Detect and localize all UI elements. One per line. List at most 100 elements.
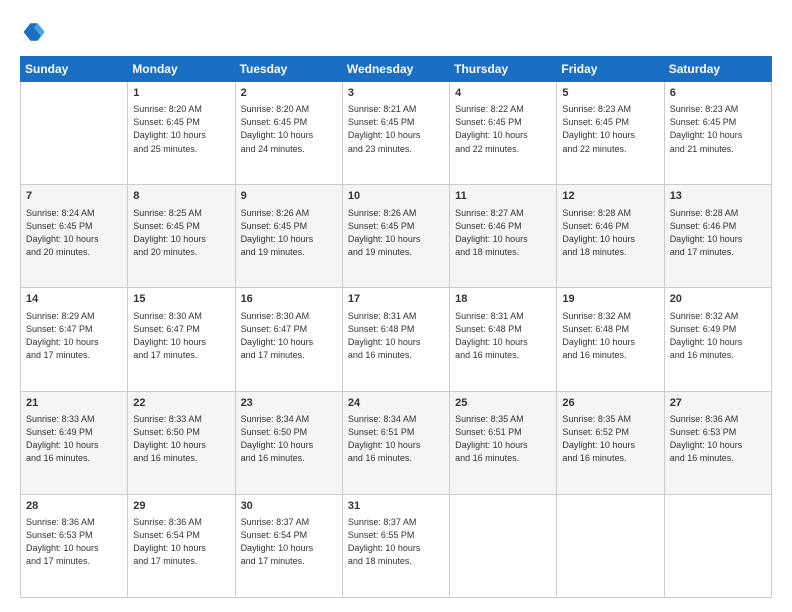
day-number: 6 [670,86,766,101]
day-number: 19 [562,292,658,307]
day-number: 26 [562,396,658,411]
day-number: 27 [670,396,766,411]
day-number: 11 [455,189,551,204]
cell-4-6 [664,494,771,597]
cell-1-3: 10 Sunrise: 8:26 AM Sunset: 6:45 PM Dayli… [342,185,449,288]
header [20,18,772,46]
cell-1-2: 9 Sunrise: 8:26 AM Sunset: 6:45 PM Daylig… [235,185,342,288]
cell-info: Sunrise: 8:29 AM Sunset: 6:47 PM Dayligh… [26,310,122,362]
cell-info: Sunrise: 8:26 AM Sunset: 6:45 PM Dayligh… [348,207,444,259]
col-header-saturday: Saturday [664,57,771,82]
logo [20,18,52,46]
cell-1-0: 7 Sunrise: 8:24 AM Sunset: 6:45 PM Daylig… [21,185,128,288]
cell-info: Sunrise: 8:30 AM Sunset: 6:47 PM Dayligh… [133,310,229,362]
cell-info: Sunrise: 8:28 AM Sunset: 6:46 PM Dayligh… [670,207,766,259]
cell-0-6: 6 Sunrise: 8:23 AM Sunset: 6:45 PM Daylig… [664,82,771,185]
day-number: 23 [241,396,337,411]
cell-info: Sunrise: 8:23 AM Sunset: 6:45 PM Dayligh… [670,103,766,155]
cell-info: Sunrise: 8:23 AM Sunset: 6:45 PM Dayligh… [562,103,658,155]
cell-info: Sunrise: 8:37 AM Sunset: 6:55 PM Dayligh… [348,516,444,568]
day-number: 28 [26,499,122,514]
cell-info: Sunrise: 8:21 AM Sunset: 6:45 PM Dayligh… [348,103,444,155]
col-header-wednesday: Wednesday [342,57,449,82]
logo-icon [20,18,48,46]
cell-2-4: 18 Sunrise: 8:31 AM Sunset: 6:48 PM Dayli… [450,288,557,391]
day-number: 29 [133,499,229,514]
cell-3-3: 24 Sunrise: 8:34 AM Sunset: 6:51 PM Dayli… [342,391,449,494]
cell-2-3: 17Sunrise: 8:31 AM Sunset: 6:48 PM Dayli… [342,288,449,391]
day-number: 24 [348,396,444,411]
cell-info: Sunrise: 8:24 AM Sunset: 6:45 PM Dayligh… [26,207,122,259]
cell-info: Sunrise: 8:36 AM Sunset: 6:53 PM Dayligh… [670,413,766,465]
cell-4-3: 31 Sunrise: 8:37 AM Sunset: 6:55 PM Dayli… [342,494,449,597]
cell-4-2: 30 Sunrise: 8:37 AM Sunset: 6:54 PM Dayli… [235,494,342,597]
calendar: SundayMondayTuesdayWednesdayThursdayFrid… [20,56,772,598]
cell-1-6: 13Sunrise: 8:28 AM Sunset: 6:46 PM Dayli… [664,185,771,288]
col-header-friday: Friday [557,57,664,82]
day-number: 5 [562,86,658,101]
col-header-tuesday: Tuesday [235,57,342,82]
cell-4-1: 29 Sunrise: 8:36 AM Sunset: 6:54 PM Dayli… [128,494,235,597]
cell-info: Sunrise: 8:26 AM Sunset: 6:45 PM Dayligh… [241,207,337,259]
cell-info: Sunrise: 8:35 AM Sunset: 6:51 PM Dayligh… [455,413,551,465]
day-number: 30 [241,499,337,514]
day-number: 1 [133,86,229,101]
cell-info: Sunrise: 8:36 AM Sunset: 6:53 PM Dayligh… [26,516,122,568]
day-number: 20 [670,292,766,307]
cell-info: Sunrise: 8:20 AM Sunset: 6:45 PM Dayligh… [133,103,229,155]
cell-0-3: 3Sunrise: 8:21 AM Sunset: 6:45 PM Daylig… [342,82,449,185]
day-number: 9 [241,189,337,204]
day-number: 16 [241,292,337,307]
week-row-1: 7 Sunrise: 8:24 AM Sunset: 6:45 PM Daylig… [21,185,772,288]
cell-4-0: 28 Sunrise: 8:36 AM Sunset: 6:53 PM Dayli… [21,494,128,597]
cell-4-5 [557,494,664,597]
week-row-4: 28 Sunrise: 8:36 AM Sunset: 6:53 PM Dayli… [21,494,772,597]
header-row: SundayMondayTuesdayWednesdayThursdayFrid… [21,57,772,82]
cell-0-4: 4Sunrise: 8:22 AM Sunset: 6:45 PM Daylig… [450,82,557,185]
col-header-thursday: Thursday [450,57,557,82]
cell-info: Sunrise: 8:27 AM Sunset: 6:46 PM Dayligh… [455,207,551,259]
cell-0-5: 5 Sunrise: 8:23 AM Sunset: 6:45 PM Daylig… [557,82,664,185]
day-number: 18 [455,292,551,307]
col-header-monday: Monday [128,57,235,82]
cell-info: Sunrise: 8:20 AM Sunset: 6:45 PM Dayligh… [241,103,337,155]
day-number: 21 [26,396,122,411]
day-number: 10 [348,189,444,204]
cell-info: Sunrise: 8:36 AM Sunset: 6:54 PM Dayligh… [133,516,229,568]
day-number: 14 [26,292,122,307]
cell-info: Sunrise: 8:31 AM Sunset: 6:48 PM Dayligh… [348,310,444,362]
col-header-sunday: Sunday [21,57,128,82]
cell-info: Sunrise: 8:37 AM Sunset: 6:54 PM Dayligh… [241,516,337,568]
day-number: 22 [133,396,229,411]
cell-4-4 [450,494,557,597]
cell-1-1: 8 Sunrise: 8:25 AM Sunset: 6:45 PM Daylig… [128,185,235,288]
cell-info: Sunrise: 8:35 AM Sunset: 6:52 PM Dayligh… [562,413,658,465]
cell-info: Sunrise: 8:31 AM Sunset: 6:48 PM Dayligh… [455,310,551,362]
cell-0-0 [21,82,128,185]
calendar-table: SundayMondayTuesdayWednesdayThursdayFrid… [20,56,772,598]
day-number: 25 [455,396,551,411]
day-number: 4 [455,86,551,101]
cell-info: Sunrise: 8:34 AM Sunset: 6:50 PM Dayligh… [241,413,337,465]
week-row-3: 21Sunrise: 8:33 AM Sunset: 6:49 PM Dayli… [21,391,772,494]
cell-2-0: 14 Sunrise: 8:29 AM Sunset: 6:47 PM Dayli… [21,288,128,391]
cell-0-2: 2Sunrise: 8:20 AM Sunset: 6:45 PM Daylig… [235,82,342,185]
week-row-2: 14 Sunrise: 8:29 AM Sunset: 6:47 PM Dayli… [21,288,772,391]
day-number: 8 [133,189,229,204]
cell-info: Sunrise: 8:34 AM Sunset: 6:51 PM Dayligh… [348,413,444,465]
cell-0-1: 1 Sunrise: 8:20 AM Sunset: 6:45 PM Daylig… [128,82,235,185]
cell-info: Sunrise: 8:32 AM Sunset: 6:48 PM Dayligh… [562,310,658,362]
cell-1-5: 12Sunrise: 8:28 AM Sunset: 6:46 PM Dayli… [557,185,664,288]
cell-1-4: 11 Sunrise: 8:27 AM Sunset: 6:46 PM Dayli… [450,185,557,288]
cell-info: Sunrise: 8:25 AM Sunset: 6:45 PM Dayligh… [133,207,229,259]
day-number: 15 [133,292,229,307]
page: SundayMondayTuesdayWednesdayThursdayFrid… [0,0,792,612]
cell-2-2: 16Sunrise: 8:30 AM Sunset: 6:47 PM Dayli… [235,288,342,391]
day-number: 7 [26,189,122,204]
cell-3-5: 26 Sunrise: 8:35 AM Sunset: 6:52 PM Dayli… [557,391,664,494]
week-row-0: 1 Sunrise: 8:20 AM Sunset: 6:45 PM Daylig… [21,82,772,185]
cell-2-1: 15 Sunrise: 8:30 AM Sunset: 6:47 PM Dayli… [128,288,235,391]
cell-2-5: 19 Sunrise: 8:32 AM Sunset: 6:48 PM Dayli… [557,288,664,391]
cell-info: Sunrise: 8:28 AM Sunset: 6:46 PM Dayligh… [562,207,658,259]
day-number: 31 [348,499,444,514]
